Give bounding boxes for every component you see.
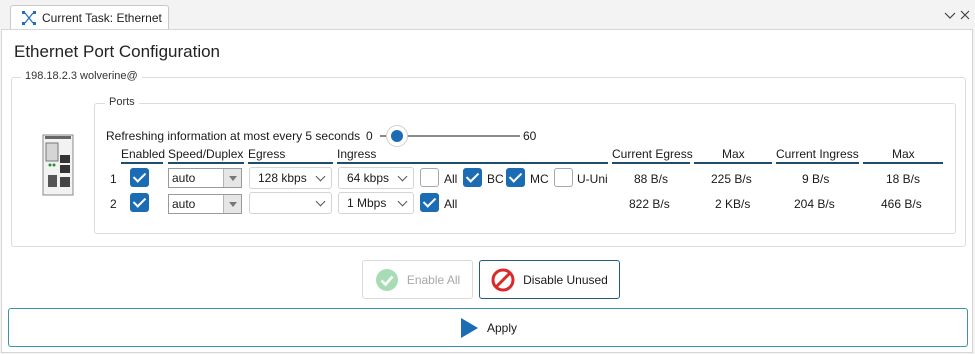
- chevron-down-icon: [315, 171, 326, 182]
- disable-unused-label: Disable Unused: [523, 272, 608, 287]
- chevron-down-icon: [315, 196, 326, 207]
- enable-all-button[interactable]: Enable All: [362, 260, 473, 299]
- row-2-ingress-dropdown[interactable]: 1 Mbps: [338, 192, 414, 214]
- refresh-label: Refreshing information at most every 5 s…: [106, 129, 361, 143]
- network-task-icon: [22, 11, 36, 25]
- play-icon: [460, 317, 478, 338]
- header-rule: [612, 162, 690, 164]
- close-icon[interactable]: [958, 8, 972, 22]
- device-group-legend: 198.18.2.3 wolverine@: [21, 70, 142, 82]
- row-1-ingress-uuni-label: U-Uni: [577, 172, 608, 186]
- header-rule: [121, 162, 163, 164]
- disable-unused-button[interactable]: Disable Unused: [479, 260, 620, 299]
- col-header-enabled: Enabled: [121, 147, 166, 161]
- col-header-ingress: Ingress: [337, 147, 377, 161]
- col-header-max-egress: Max: [722, 147, 745, 161]
- row-1-current-ingress: 9 B/s: [802, 172, 830, 186]
- row-2-speed-value: auto: [172, 197, 196, 211]
- tab-label: Current Task: Ethernet: [42, 11, 162, 25]
- page-title: Ethernet Port Configuration: [14, 42, 221, 61]
- row-2-egress-dropdown[interactable]: [249, 192, 332, 214]
- row-1-ingress-all-checkbox[interactable]: [420, 168, 439, 187]
- header-rule: [863, 162, 943, 164]
- chevron-down-icon[interactable]: [943, 8, 957, 22]
- row-1-current-egress: 88 B/s: [634, 172, 669, 186]
- row-2-enabled-checkbox[interactable]: [130, 193, 149, 212]
- row-2-speed-combo[interactable]: auto: [168, 194, 242, 214]
- header-rule: [168, 162, 244, 164]
- header-rule: [694, 162, 772, 164]
- row-1-ingress-value: 64 kbps: [347, 171, 390, 185]
- chevron-down-icon: [397, 196, 408, 207]
- col-header-current-ingress: Current Ingress: [776, 147, 859, 161]
- tab-strip: Current Task: Ethernet: [0, 0, 975, 30]
- slider-max-label: 60: [523, 129, 537, 143]
- row-2-current-egress: 822 B/s: [629, 197, 670, 211]
- row-1-egress-value: 128 kbps: [258, 171, 307, 185]
- enable-all-label: Enable All: [406, 272, 461, 287]
- apply-button[interactable]: Apply: [8, 308, 968, 347]
- row-1-speed-value: auto: [172, 171, 196, 185]
- row-1-max-egress: 225 B/s: [711, 172, 752, 186]
- row-2-max-ingress: 466 B/s: [881, 197, 922, 211]
- chevron-down-icon[interactable]: [223, 169, 241, 187]
- row-1-ingress-all-label: All: [444, 172, 458, 186]
- row-2-ingress-all-label: All: [444, 197, 458, 211]
- row-1-enabled-checkbox[interactable]: [130, 168, 149, 187]
- ports-group-legend: Ports: [105, 96, 139, 108]
- col-header-current-egress: Current Egress: [612, 147, 693, 161]
- col-header-egress: Egress: [248, 147, 286, 161]
- device-hardware-icon: [42, 134, 74, 196]
- col-header-max-ingress: Max: [892, 147, 915, 161]
- row-1-speed-combo[interactable]: auto: [168, 168, 242, 188]
- row-2-max-egress: 2 KB/s: [715, 197, 751, 211]
- refresh-slider-thumb[interactable]: [386, 125, 408, 147]
- tab-current-task[interactable]: Current Task: Ethernet: [10, 5, 169, 30]
- row-1-ingress-dropdown[interactable]: 64 kbps: [338, 167, 414, 189]
- row-2-ingress-value: 1 Mbps: [347, 196, 387, 210]
- row-2-ingress-all-checkbox[interactable]: [420, 193, 439, 212]
- row-2-current-ingress: 204 B/s: [794, 197, 835, 211]
- main-panel: Ethernet Port Configuration 198.18.2.3 w…: [1, 29, 973, 353]
- row-1-ingress-bc-label: BC: [487, 172, 504, 186]
- row-2-port: 2: [110, 197, 117, 211]
- row-1-port: 1: [110, 172, 117, 186]
- slider-min-label: 0: [366, 129, 373, 143]
- header-rule: [337, 162, 608, 164]
- apply-label: Apply: [486, 320, 518, 335]
- check-circle-icon: [375, 268, 398, 291]
- no-entry-icon: [491, 268, 515, 291]
- header-rule: [776, 162, 859, 164]
- chevron-down-icon[interactable]: [223, 195, 241, 213]
- row-1-egress-dropdown[interactable]: 128 kbps: [249, 167, 332, 189]
- row-1-ingress-bc-checkbox[interactable]: [463, 168, 482, 187]
- row-1-ingress-mc-label: MC: [530, 172, 549, 186]
- row-1-max-ingress: 18 B/s: [886, 172, 921, 186]
- col-header-speed-duplex: Speed/Duplex: [168, 147, 244, 161]
- header-rule: [248, 162, 333, 164]
- row-1-ingress-uuni-checkbox[interactable]: [554, 168, 573, 187]
- chevron-down-icon: [397, 171, 408, 182]
- row-1-ingress-mc-checkbox[interactable]: [506, 168, 525, 187]
